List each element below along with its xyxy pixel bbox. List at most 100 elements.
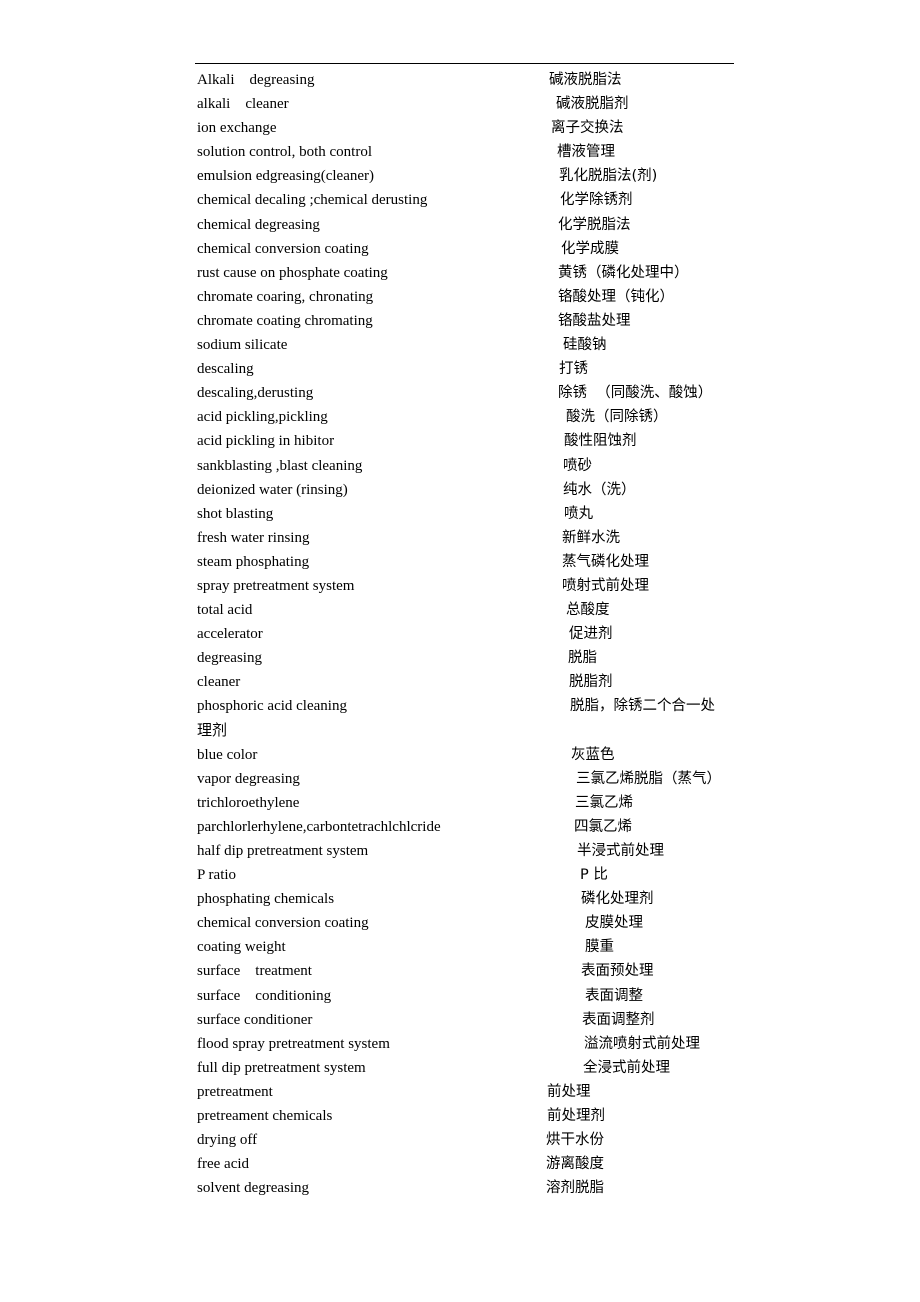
term-english: shot blasting <box>197 505 274 522</box>
term-english: phosphating chemicals <box>197 891 335 908</box>
term-english: cleaner <box>197 674 241 691</box>
term-chinese: 铬酸盐处理 <box>558 312 631 329</box>
glossary-row: sodium silicate 硅酸钠 <box>197 333 757 357</box>
term-chinese: 离子交换法 <box>551 120 624 137</box>
term-chinese: 打锈 <box>559 361 588 378</box>
glossary-row: alkali cleaner 碱液脱脂剂 <box>197 92 757 116</box>
term-chinese: 促进剂 <box>569 626 613 643</box>
term-english: blue color <box>197 746 258 763</box>
term-english: free acid <box>197 1156 250 1173</box>
glossary-row: fresh water rinsing 新鲜水洗 <box>197 526 757 550</box>
term-chinese: 前处理 <box>547 1083 591 1100</box>
term-chinese: 膜重 <box>585 939 614 956</box>
glossary-list: Alkali degreasing 碱液脱脂法 alkali cleaner 碱液脱脂… <box>197 68 757 1200</box>
term-english: solvent degreasing <box>197 1180 310 1197</box>
term-chinese: 化学除锈剂 <box>560 192 633 209</box>
term-english: phosphoric acid cleaning <box>197 698 347 715</box>
glossary-row: cleaner 脱脂剂 <box>197 670 757 694</box>
term-english: pretreatment <box>197 1083 273 1100</box>
term-english: acid pickling in hibitor <box>197 433 335 450</box>
term-english: chemical conversion coating <box>197 915 369 932</box>
glossary-row: descaling,derusting 除锈 （同酸洗、酸蚀） <box>197 381 757 405</box>
term-english: Alkali degreasing <box>197 72 315 88</box>
term-english: parchlorlerhylene,carbontetrachlchlcride <box>197 818 441 835</box>
term-chinese: 灰蓝色 <box>571 746 615 763</box>
glossary-row: full dip pretreatment system 全浸式前处理 <box>197 1056 757 1080</box>
term-chinese: 纯水（洗） <box>563 481 636 498</box>
term-english: ion exchange <box>197 120 277 137</box>
term-chinese: 溢流喷射式前处理 <box>584 1035 700 1052</box>
term-english: vapor degreasing <box>197 770 300 787</box>
term-chinese: 前处理剂 <box>547 1108 605 1125</box>
term-chinese: 总酸度 <box>566 602 610 619</box>
glossary-row: total acid 总酸度 <box>197 598 757 622</box>
term-chinese: 游离酸度 <box>546 1156 604 1173</box>
glossary-row: chromate coating chromating 铬酸盐处理 <box>197 309 757 333</box>
term-chinese: 三氯乙烯脱脂（蒸气） <box>576 770 721 787</box>
glossary-row: surface conditioner 表面调整剂 <box>197 1008 757 1032</box>
term-chinese: 新鲜水洗 <box>562 529 620 546</box>
term-chinese: 喷丸 <box>564 505 593 522</box>
term-english: coating weight <box>197 939 286 956</box>
term-english: steam phosphating <box>197 553 310 570</box>
term-english: emulsion edgreasing(cleaner) <box>197 168 375 185</box>
term-english: sankblasting ,blast cleaning <box>197 457 363 474</box>
term-english: trichloroethylene <box>197 794 300 811</box>
glossary-row: coating weight 膜重 <box>197 935 757 959</box>
glossary-row: chemical degreasing 化学脱脂法 <box>197 213 757 237</box>
term-chinese: 酸性阻蚀剂 <box>564 433 637 450</box>
term-english: surface conditioner <box>197 1011 313 1028</box>
term-chinese: 四氯乙烯 <box>574 818 632 835</box>
term-english: 理剂 <box>197 722 228 739</box>
glossary-row: 理剂 <box>197 719 757 743</box>
glossary-row: blue color 灰蓝色 <box>197 743 757 767</box>
glossary-row: shot blasting 喷丸 <box>197 502 757 526</box>
glossary-row: chemical conversion coating 化学成膜 <box>197 237 757 261</box>
term-chinese: P 比 <box>580 867 608 884</box>
term-chinese: 半浸式前处理 <box>577 843 664 859</box>
glossary-row: pretreatment 前处理 <box>197 1080 757 1104</box>
term-english: deionized water (rinsing) <box>197 481 348 498</box>
term-chinese: 溶剂脱脂 <box>546 1180 604 1197</box>
glossary-row: chemical conversion coating 皮膜处理 <box>197 911 757 935</box>
term-chinese: 三氯乙烯 <box>575 794 633 811</box>
term-english: acid pickling,pickling <box>197 409 328 426</box>
term-english: P ratio <box>197 867 237 884</box>
term-chinese: 表面调整 <box>585 987 643 1004</box>
term-chinese: 脱脂，除锈二个合一处 <box>570 698 715 715</box>
term-english: chromate coaring, chronating <box>197 288 374 305</box>
term-english: degreasing <box>197 650 262 667</box>
term-english: pretreament chemicals <box>197 1108 333 1125</box>
glossary-row: phosphoric acid cleaning 脱脂，除锈二个合一处 <box>197 694 757 718</box>
term-english: chromate coating chromating <box>197 312 373 329</box>
term-chinese: 化学成膜 <box>561 240 619 257</box>
term-english: surface treatment <box>197 963 312 980</box>
glossary-row: spray pretreatment system 喷射式前处理 <box>197 574 757 598</box>
term-english: flood spray pretreatment system <box>197 1035 390 1052</box>
term-english: chemical degreasing <box>197 216 320 233</box>
term-chinese: 乳化脱脂法(剂) <box>559 168 658 185</box>
glossary-row: chromate coaring, chronating 铬酸处理（钝化） <box>197 285 757 309</box>
glossary-row: deionized water (rinsing) 纯水（洗） <box>197 478 757 502</box>
term-english: drying off <box>197 1132 258 1149</box>
term-chinese: 喷砂 <box>563 457 592 474</box>
term-chinese: 黄锈（磷化处理中） <box>558 264 689 281</box>
term-english: sodium silicate <box>197 337 288 354</box>
term-english: rust cause on phosphate coating <box>197 264 388 281</box>
term-english: descaling,derusting <box>197 385 314 402</box>
glossary-row: P ratio P 比 <box>197 863 757 887</box>
glossary-row: chemical decaling ;chemical derusting 化学除… <box>197 188 757 212</box>
glossary-row: acid pickling in hibitor 酸性阻蚀剂 <box>197 429 757 453</box>
glossary-row: free acid 游离酸度 <box>197 1152 757 1176</box>
glossary-row: drying off 烘干水份 <box>197 1128 757 1152</box>
term-chinese: 喷射式前处理 <box>562 577 649 594</box>
term-chinese: 表面预处理 <box>581 963 654 980</box>
term-chinese: 铬酸处理（钝化） <box>558 288 674 305</box>
term-english: chemical conversion coating <box>197 240 369 257</box>
term-chinese: 脱脂剂 <box>569 674 613 691</box>
term-english: total acid <box>197 602 253 619</box>
term-chinese: 除锈 （同酸洗、酸蚀） <box>558 385 713 402</box>
term-chinese: 表面调整剂 <box>582 1011 655 1028</box>
glossary-row: ion exchange 离子交换法 <box>197 116 757 140</box>
term-english: full dip pretreatment system <box>197 1059 366 1076</box>
